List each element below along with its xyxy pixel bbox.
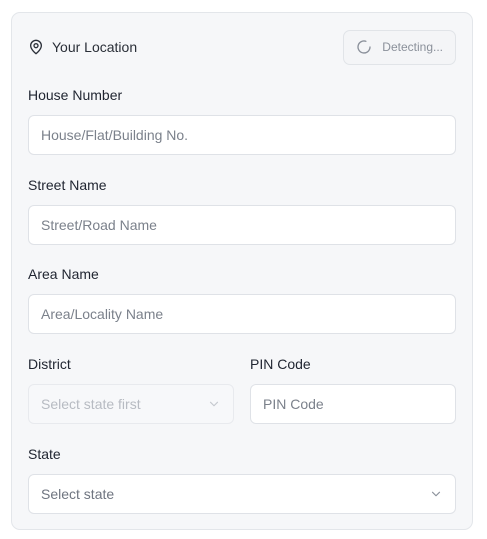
detect-location-button[interactable]: Detecting... bbox=[343, 29, 456, 65]
area-name-field: Area Name bbox=[28, 266, 456, 334]
area-name-input[interactable] bbox=[28, 294, 456, 334]
district-select: Select state first bbox=[28, 384, 234, 424]
street-name-label: Street Name bbox=[28, 177, 107, 193]
pin-code-label: PIN Code bbox=[250, 356, 311, 372]
address-form-card: Your Location Detecting... House Number … bbox=[11, 12, 473, 530]
loader-icon bbox=[356, 39, 372, 55]
district-field: District Select state first bbox=[28, 356, 234, 424]
detect-location-label: Detecting... bbox=[382, 40, 443, 54]
state-select-value: Select state bbox=[41, 486, 115, 502]
location-title-label: Your Location bbox=[52, 39, 138, 55]
pin-code-field: PIN Code bbox=[250, 356, 456, 424]
state-field: State Select state bbox=[28, 446, 456, 514]
street-name-field: Street Name bbox=[28, 177, 456, 245]
area-name-label: Area Name bbox=[28, 266, 99, 282]
pin-code-input[interactable] bbox=[250, 384, 456, 424]
location-title: Your Location bbox=[28, 39, 137, 55]
map-pin-icon bbox=[28, 39, 44, 55]
state-select[interactable]: Select state bbox=[28, 474, 456, 514]
location-header: Your Location Detecting... bbox=[28, 29, 456, 65]
chevron-down-icon bbox=[429, 487, 443, 501]
district-select-value: Select state first bbox=[41, 396, 141, 412]
house-number-field: House Number bbox=[28, 87, 456, 155]
house-number-label: House Number bbox=[28, 87, 123, 103]
street-name-input[interactable] bbox=[28, 205, 456, 245]
state-label: State bbox=[28, 446, 61, 462]
chevron-down-icon bbox=[207, 397, 221, 411]
district-label: District bbox=[28, 356, 71, 372]
house-number-input[interactable] bbox=[28, 115, 456, 155]
